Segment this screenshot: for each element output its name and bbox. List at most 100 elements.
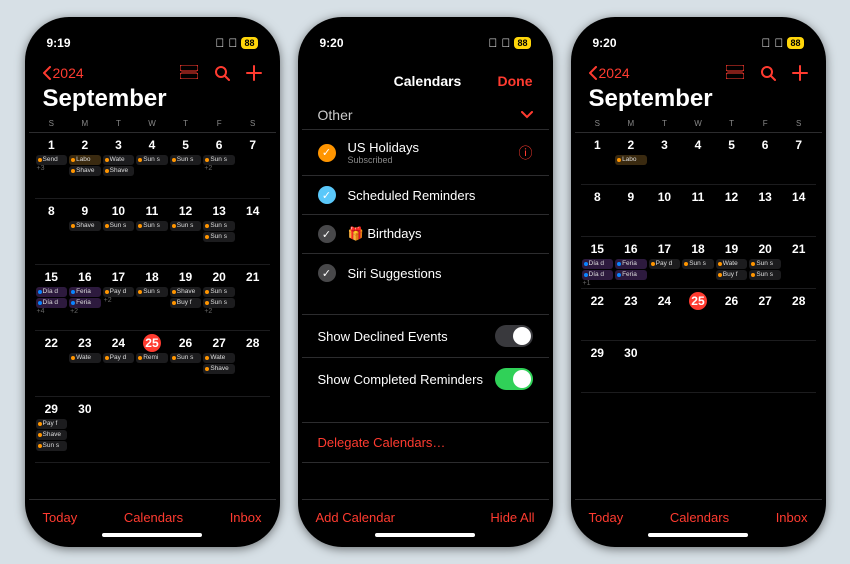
day-cell[interactable] [681,341,715,392]
day-cell[interactable]: 26 [715,289,749,340]
day-cell[interactable]: 15Día dDía d+1 [581,237,615,288]
day-cell[interactable] [782,341,816,392]
day-cell[interactable]: 1 [581,133,615,184]
event-pill[interactable]: Feria [69,287,101,297]
today-button[interactable]: Today [589,510,624,525]
add-icon[interactable] [246,65,262,81]
day-cell[interactable]: 29 [581,341,615,392]
home-indicator[interactable] [648,533,748,537]
day-cell[interactable] [202,397,236,462]
day-cell[interactable]: 4Sun s [135,133,169,198]
event-pill[interactable]: Buy f [170,298,202,308]
event-pill[interactable]: Feria [615,270,647,280]
day-cell[interactable]: 23Wate [68,331,102,396]
day-cell[interactable]: 11 [681,185,715,236]
home-indicator[interactable] [375,533,475,537]
event-pill[interactable]: Send [36,155,68,165]
day-cell[interactable] [236,397,270,462]
add-icon[interactable] [792,65,808,81]
day-cell[interactable]: 1Send+3 [35,133,69,198]
day-cell[interactable]: 17Pay d [648,237,682,288]
day-cell[interactable]: 27WateShave [202,331,236,396]
search-icon[interactable] [214,65,230,81]
day-cell[interactable]: 22 [35,331,69,396]
hide-all-button[interactable]: Hide All [490,510,534,525]
day-cell[interactable] [648,341,682,392]
day-cell[interactable]: 12Sun s [169,199,203,264]
event-pill[interactable]: Sun s [749,259,781,269]
event-pill[interactable]: Sun s [203,298,235,308]
day-cell[interactable]: 24 [648,289,682,340]
day-cell[interactable]: 7 [236,133,270,198]
event-pill[interactable]: Sun s [170,353,202,363]
day-cell[interactable]: 19WateBuy f [715,237,749,288]
event-pill[interactable]: Shave [170,287,202,297]
day-cell[interactable]: 6Sun s+2 [202,133,236,198]
show-declined-toggle[interactable] [495,325,533,347]
day-cell[interactable]: 18Sun s [135,265,169,330]
calendar-row[interactable]: ✓Siri Suggestions [302,253,549,292]
delegate-calendars-button[interactable]: Delegate Calendars… [302,422,549,463]
event-pill[interactable]: Feria [69,298,101,308]
day-cell[interactable]: 11Sun s [135,199,169,264]
day-cell[interactable]: 10Sun s [102,199,136,264]
event-pill[interactable]: Pay d [649,259,681,269]
day-cell[interactable]: 21 [782,237,816,288]
day-cell[interactable]: 28 [236,331,270,396]
event-pill[interactable]: Feria [615,259,647,269]
day-cell[interactable]: 5Sun s [169,133,203,198]
calendar-row[interactable]: ✓🎁 Birthdays [302,214,549,253]
event-pill[interactable]: Día d [582,270,614,280]
show-completed-toggle[interactable] [495,368,533,390]
back-year-button[interactable]: 2024 [43,65,84,81]
day-cell[interactable]: 3WateShave [102,133,136,198]
event-pill[interactable]: Wate [716,259,748,269]
event-pill[interactable]: Sun s [170,155,202,165]
event-pill[interactable]: Sun s [170,221,202,231]
search-icon[interactable] [760,65,776,81]
day-cell[interactable]: 16FeriaFeria [614,237,648,288]
event-pill[interactable]: Shave [203,364,235,374]
event-pill[interactable]: Día d [582,259,614,269]
day-cell[interactable] [135,397,169,462]
event-pill[interactable]: Sun s [203,155,235,165]
day-cell[interactable]: 19ShaveBuy f [169,265,203,330]
list-view-icon[interactable] [726,65,744,81]
calendar-row[interactable]: ✓US HolidaysSubscribedⓘ [302,129,549,175]
day-cell[interactable]: 21 [236,265,270,330]
event-pill[interactable]: Labo [69,155,101,165]
day-cell[interactable]: 24Pay d [102,331,136,396]
event-pill[interactable]: Sun s [136,221,168,231]
inbox-button[interactable]: Inbox [230,510,262,525]
month-grid[interactable]: 1Send+32LaboShave3WateShave4Sun s5Sun s6… [29,133,276,499]
inbox-button[interactable]: Inbox [776,510,808,525]
day-cell[interactable]: 5 [715,133,749,184]
today-button[interactable]: Today [43,510,78,525]
day-cell[interactable]: 26Sun s [169,331,203,396]
day-cell[interactable]: 3 [648,133,682,184]
home-indicator[interactable] [102,533,202,537]
day-cell[interactable] [169,397,203,462]
event-pill[interactable]: Shave [69,221,101,231]
day-cell[interactable] [748,341,782,392]
event-pill[interactable]: Wate [203,353,235,363]
day-cell[interactable]: 2Labo [614,133,648,184]
day-cell[interactable]: 4 [681,133,715,184]
day-cell[interactable]: 8 [35,199,69,264]
day-cell[interactable]: 30 [614,341,648,392]
day-cell[interactable] [715,341,749,392]
back-year-button[interactable]: 2024 [589,65,630,81]
event-pill[interactable]: Sun s [136,287,168,297]
day-cell[interactable]: 12 [715,185,749,236]
day-cell[interactable]: 22 [581,289,615,340]
day-cell[interactable]: 10 [648,185,682,236]
event-pill[interactable]: Día d [36,298,68,308]
add-calendar-button[interactable]: Add Calendar [316,510,396,525]
day-cell[interactable] [102,397,136,462]
day-cell[interactable]: 25Remi [135,331,169,396]
event-pill[interactable]: Sun s [203,232,235,242]
day-cell[interactable]: 15Día dDía d+4 [35,265,69,330]
event-pill[interactable]: Buy f [716,270,748,280]
done-button[interactable]: Done [497,73,532,89]
event-pill[interactable]: Día d [36,287,68,297]
